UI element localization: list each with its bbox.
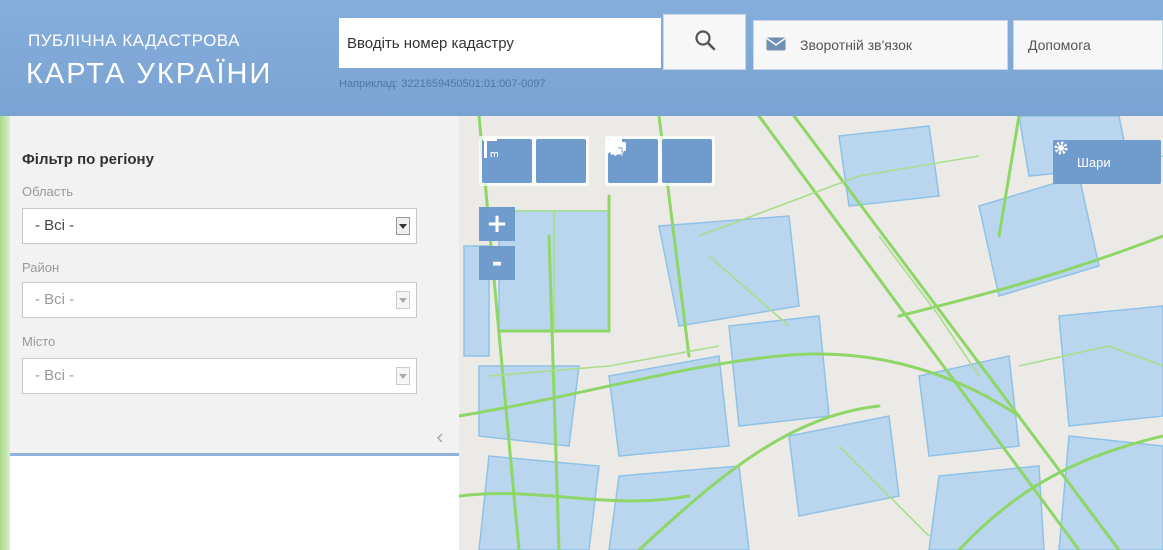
- identify-button[interactable]: ?: [608, 138, 712, 183]
- city-select[interactable]: - Всі -: [22, 358, 417, 394]
- region-filter-panel: Фільтр по регіону Область - Всі - Район …: [10, 116, 459, 456]
- search-example-hint: Наприклад: 3221659450501:01:007-0097: [339, 78, 546, 90]
- city-label: Місто: [22, 334, 56, 349]
- layers-button[interactable]: Шари: [1053, 140, 1161, 184]
- chevron-down-icon: [396, 217, 410, 235]
- measure-tools: m m: [479, 136, 589, 186]
- layers-label: Шари: [1077, 154, 1111, 170]
- left-edge-decoration: [0, 116, 10, 550]
- chevron-down-icon: [396, 291, 410, 309]
- results-panel: [10, 456, 459, 550]
- zoom-out-button[interactable]: -: [479, 246, 515, 280]
- area-measure-button[interactable]: m: [483, 139, 586, 183]
- filter-title: Фільтр по регіону: [22, 151, 154, 168]
- region-select[interactable]: - Всі -: [22, 208, 417, 244]
- logo-title-line1[interactable]: ПУБЛІЧНА КАДАСТРОВА: [28, 31, 240, 51]
- district-select[interactable]: - Всі -: [22, 282, 417, 318]
- help-button[interactable]: Допомога: [1013, 20, 1163, 70]
- district-label: Район: [22, 260, 60, 275]
- svg-text:m: m: [490, 150, 499, 160]
- logo-title-line2[interactable]: КАРТА УКРАЇНИ: [26, 58, 272, 91]
- search-button[interactable]: [663, 14, 746, 70]
- region-label: Область: [22, 184, 74, 199]
- district-select-value: - Всі -: [35, 291, 75, 308]
- app-header: ПУБЛІЧНА КАДАСТРОВА КАРТА УКРАЇНИ Наприк…: [0, 0, 1163, 119]
- feedback-label: Зворотній зв'язок: [800, 37, 913, 53]
- chevron-down-icon: [396, 367, 410, 385]
- cadastral-map[interactable]: m m ? + - Шари: [459, 116, 1163, 550]
- cadastre-search-input[interactable]: [339, 18, 661, 68]
- help-label: Допомога: [1028, 37, 1091, 53]
- zoom-in-button[interactable]: +: [479, 207, 515, 241]
- collapse-panel-button[interactable]: [425, 422, 455, 452]
- search-icon: [694, 29, 716, 55]
- svg-text:?: ?: [620, 149, 625, 158]
- print-info-tools: ?: [605, 136, 715, 186]
- chevron-left-icon: [436, 428, 444, 447]
- envelope-icon: [766, 36, 786, 55]
- city-select-value: - Всі -: [35, 367, 75, 384]
- feedback-button[interactable]: Зворотній зв'язок: [753, 20, 1008, 70]
- region-select-value: - Всі -: [35, 217, 75, 234]
